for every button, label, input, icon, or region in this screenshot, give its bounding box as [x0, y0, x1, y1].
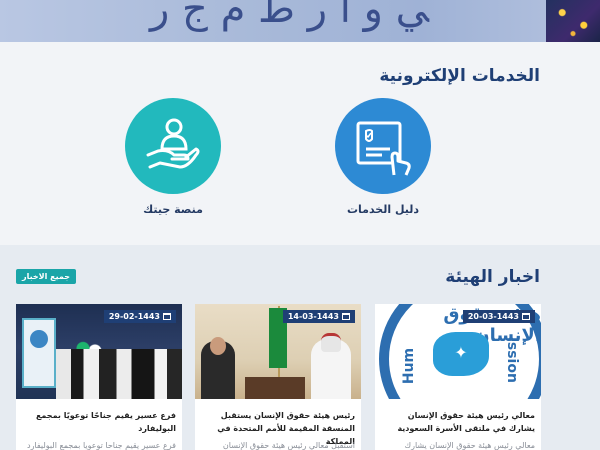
palm-emblem-icon: ✦ — [454, 343, 468, 362]
news-card-title[interactable]: رئيس هيئة حقوق الإنسان يستقبل المنسقة ال… — [195, 399, 361, 446]
news-card[interactable]: 14-03-1443 رئيس هيئة حقوق الإنسان يستقبل… — [195, 304, 361, 450]
calendar-icon — [163, 313, 171, 320]
side-table — [245, 377, 305, 399]
person-right — [311, 333, 351, 399]
news-card-image[interactable]: 14-03-1443 — [195, 304, 361, 399]
hero-banner: ﻲ ﻭ ﺍ ﺭ ﻁ ﻡ ﺝ ﺭ — [0, 0, 600, 42]
service-services-guide[interactable]: دليل الخدمات — [308, 98, 458, 216]
news-card[interactable]: 29-02-1443 فرع عسير يقيم جناحًا توعويًا … — [16, 304, 182, 450]
news-card-excerpt: معالي رئيس هيئة حقوق الإنسان يشارك — [404, 441, 536, 450]
crowd — [56, 349, 182, 399]
service-circle-guide[interactable] — [335, 98, 431, 194]
banner-stand — [22, 318, 56, 388]
document-touch-icon — [356, 121, 411, 176]
e-services-section: الخدمات الإلكترونية منصة جيتك دليل الخدم… — [0, 42, 600, 245]
service-jetak-platform[interactable]: منصة جيتك — [98, 98, 248, 216]
news-section: اخبار الهيئة جميع الاخبار 29-02-1443 فرع… — [0, 245, 600, 450]
service-label-guide[interactable]: دليل الخدمات — [308, 203, 458, 216]
service-circle-jetak[interactable] — [125, 98, 221, 194]
calendar-icon — [522, 313, 530, 320]
hand-person-icon — [146, 118, 200, 169]
banner-thumbnail[interactable] — [546, 0, 600, 42]
date-badge: 14-03-1443 — [282, 310, 355, 323]
date-text: 20-03-1443 — [467, 312, 519, 321]
logo-text-left: Hum — [401, 347, 418, 385]
news-card-title[interactable]: معالي رئيس هيئة حقوق الإنسان يشارك في مل… — [375, 399, 541, 437]
news-card-image[interactable]: 29-02-1443 — [16, 304, 182, 399]
person-left — [201, 337, 235, 399]
news-title: اخبار الهيئة — [445, 267, 540, 287]
all-news-button[interactable]: جميع الاخبار — [16, 269, 76, 284]
calendar-icon — [342, 313, 350, 320]
date-text: 29-02-1443 — [108, 312, 160, 321]
services-title: الخدمات الإلكترونية — [379, 66, 540, 86]
date-badge: 29-02-1443 — [103, 310, 176, 323]
date-badge: 20-03-1443 — [462, 310, 535, 323]
news-card[interactable]: هيئة حقوق الإنسان ✦ Hum ission 20-03-144… — [375, 304, 541, 450]
news-card-title[interactable]: فرع عسير يقيم جناحًا توعويًا بمجمع البول… — [16, 399, 182, 437]
service-label-jetak[interactable]: منصة جيتك — [98, 203, 248, 216]
logo-text-right: ission — [504, 337, 521, 383]
news-card-image[interactable]: هيئة حقوق الإنسان ✦ Hum ission 20-03-144… — [375, 304, 541, 399]
banner-headline: ﻲ ﻭ ﺍ ﺭ ﻁ ﻡ ﺝ ﺭ — [150, 0, 429, 32]
date-text: 14-03-1443 — [287, 312, 339, 321]
news-card-excerpt: فرع عسير يقيم جناحا توعويا بمجمع البوليف… — [27, 441, 176, 450]
